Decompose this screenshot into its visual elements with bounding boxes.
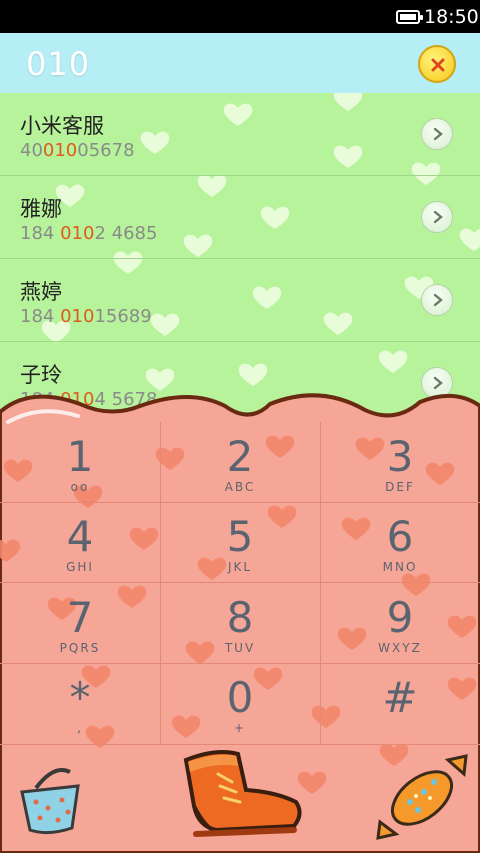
keypad-grid: 1 ᴏᴏ 2 ABC 3 DEF 4 GHI 5 JKL 6 MNO 7 PQR… <box>0 422 480 744</box>
key-hash[interactable]: # <box>320 663 480 743</box>
battery-full-icon <box>396 10 423 24</box>
action-bar <box>0 744 480 853</box>
key-4[interactable]: 4 GHI <box>0 502 160 582</box>
close-icon <box>431 58 445 72</box>
chevron-right-icon <box>433 293 443 307</box>
dial-pad: 1 ᴏᴏ 2 ABC 3 DEF 4 GHI 5 JKL 6 MNO 7 PQR… <box>0 392 480 853</box>
contact-name: 雅娜 <box>20 197 62 221</box>
key-7[interactable]: 7 PQRS <box>0 583 160 663</box>
key-6[interactable]: 6 MNO <box>320 502 480 582</box>
clear-button[interactable] <box>418 45 456 83</box>
key-5[interactable]: 5 JKL <box>160 502 320 582</box>
contact-item[interactable]: 燕婷 184 01015689 <box>0 259 480 342</box>
basket-icon[interactable] <box>14 758 86 838</box>
chevron-right-icon <box>433 210 443 224</box>
candy-delete-icon[interactable] <box>374 752 472 842</box>
status-time: 18:50 <box>424 6 479 28</box>
status-bar: 18:50 <box>0 0 480 33</box>
key-1[interactable]: 1 ᴏᴏ <box>0 422 160 502</box>
key-3[interactable]: 3 DEF <box>320 422 480 502</box>
contact-name: 子玲 <box>20 363 62 387</box>
contact-name: 小米客服 <box>20 114 104 138</box>
contact-name: 燕婷 <box>20 280 62 304</box>
boot-call-icon[interactable] <box>176 746 306 842</box>
chevron-right-icon <box>433 127 443 141</box>
contact-item[interactable]: 小米客服 4001005678 <box>0 93 480 176</box>
contact-item[interactable]: 雅娜 184 0102 4685 <box>0 176 480 259</box>
key-star[interactable]: * , <box>0 663 160 743</box>
dialed-number-bar: 010 <box>0 33 480 93</box>
dialed-number[interactable]: 010 <box>26 45 90 83</box>
key-9[interactable]: 9 WXYZ <box>320 583 480 663</box>
contact-detail-button[interactable] <box>421 118 453 150</box>
chevron-right-icon <box>433 376 443 390</box>
contact-number: 184 01015689 <box>20 306 152 327</box>
contact-list[interactable]: 小米客服 4001005678 雅娜 184 0102 4685 燕婷 184 … <box>0 93 480 413</box>
contact-detail-button[interactable] <box>421 284 453 316</box>
key-8[interactable]: 8 TUV <box>160 583 320 663</box>
contact-number: 4001005678 <box>20 140 135 161</box>
voicemail-icon: ᴏᴏ <box>70 480 90 494</box>
contact-detail-button[interactable] <box>421 201 453 233</box>
key-2[interactable]: 2 ABC <box>160 422 320 502</box>
contact-number: 184 0102 4685 <box>20 223 158 244</box>
key-0[interactable]: 0 + <box>160 663 320 743</box>
